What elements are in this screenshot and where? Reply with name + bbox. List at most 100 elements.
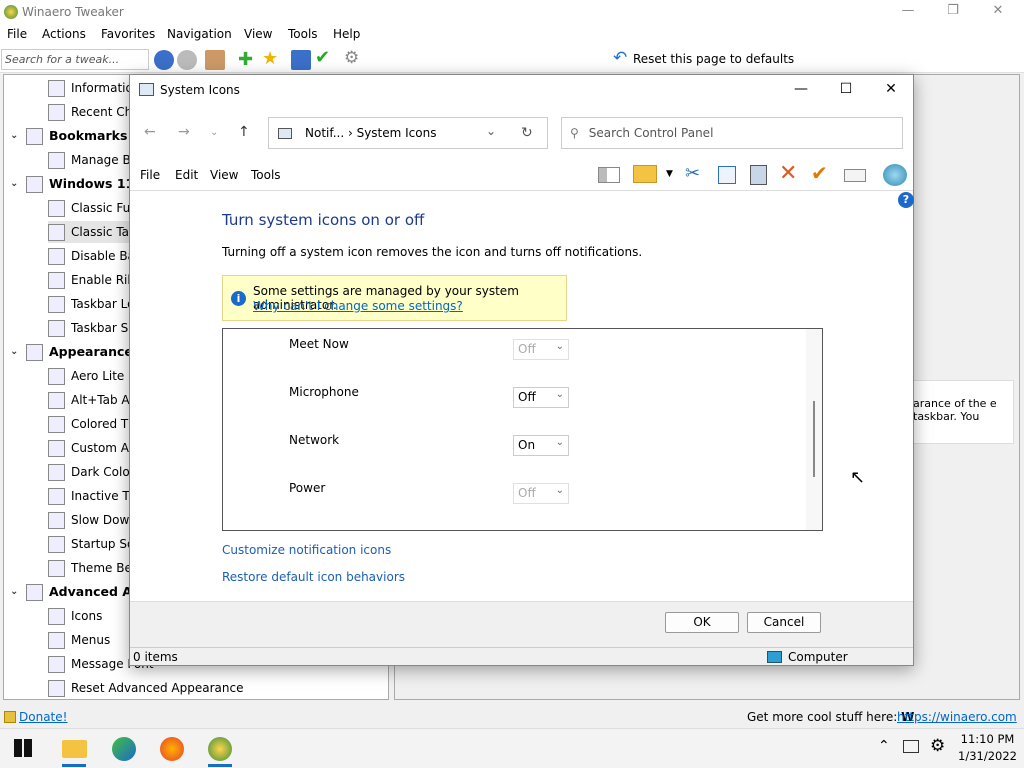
minimize-button[interactable]: —	[898, 3, 918, 21]
tree-node-label: Bookmarks	[49, 128, 128, 143]
layout-pane-icon[interactable]	[598, 167, 620, 183]
add-bookmark-icon[interactable]: ✚	[238, 49, 253, 70]
dialog-menu-view[interactable]: View	[210, 168, 238, 182]
donate-icon	[4, 711, 16, 723]
computer-icon	[139, 83, 154, 96]
tree-item-23[interactable]: Menus	[48, 629, 110, 651]
start-icon[interactable]	[14, 739, 32, 757]
page-subtext: Turning off a system icon removes the ic…	[222, 245, 643, 259]
network-tray-icon[interactable]	[903, 740, 919, 753]
folder-dropdown-icon[interactable]: ▼	[666, 169, 673, 179]
menu-favorites[interactable]: Favorites	[101, 27, 155, 41]
tree-node-icon	[48, 440, 65, 457]
checkmark-icon[interactable]: ✔	[811, 161, 828, 185]
notice-link[interactable]: Why can't I change some settings?	[253, 299, 463, 313]
winaero-taskbar-icon[interactable]	[208, 737, 232, 761]
chevron-down-icon: ⌄	[555, 389, 564, 400]
maximize-button[interactable]: ❐	[943, 3, 963, 21]
status-computer-label: Computer	[788, 650, 848, 664]
copy-icon[interactable]	[718, 166, 736, 184]
expand-chevron-icon[interactable]: ⌄	[10, 581, 18, 603]
tree-group-11[interactable]: ⌄ Appearance	[10, 341, 133, 363]
tree-item-0[interactable]: Information	[48, 77, 140, 99]
nav-forward-icon[interactable]: →	[178, 124, 190, 140]
tree-node-icon	[48, 224, 65, 241]
tree-node-icon	[48, 104, 65, 121]
menu-view[interactable]: View	[244, 27, 272, 41]
search-placeholder: Search Control Panel	[588, 126, 714, 140]
tree-node-icon	[26, 344, 43, 361]
paste-icon[interactable]	[750, 165, 767, 185]
star-icon[interactable]: ★	[262, 48, 278, 69]
forward-icon[interactable]	[177, 50, 197, 70]
search-input[interactable]: Search for a tweak...	[1, 49, 149, 70]
expand-chevron-icon[interactable]: ⌄	[10, 125, 18, 147]
address-bar[interactable]: Notif... › System Icons ⌄ ↻	[268, 117, 548, 149]
reset-defaults-link[interactable]: Reset this page to defaults	[633, 52, 794, 66]
delete-icon[interactable]: ✕	[779, 161, 797, 186]
nav-up-icon[interactable]: ↑	[238, 124, 250, 140]
dialog-close-button[interactable]: ✕	[881, 81, 901, 97]
clock[interactable]: 11:10 PM 1/31/2022	[958, 731, 1017, 765]
icon-behavior-select: Off ⌄	[513, 483, 569, 504]
donate-link[interactable]: Donate!	[19, 710, 67, 724]
tree-node-icon	[48, 560, 65, 577]
tree-item-25[interactable]: Reset Advanced Appearance	[48, 677, 243, 699]
settings-tray-icon[interactable]: ⚙	[930, 736, 945, 756]
tree-item-22[interactable]: Icons	[48, 605, 102, 627]
apply-check-icon[interactable]: ✔	[315, 47, 330, 68]
settings-gear-icon[interactable]: ⚙	[344, 48, 359, 68]
icon-behavior-select[interactable]: Off ⌄	[513, 387, 569, 408]
restore-defaults-link[interactable]: Restore default icon behaviors	[222, 570, 405, 584]
menu-navigation[interactable]: Navigation	[167, 27, 232, 41]
customize-notifications-link[interactable]: Customize notification icons	[222, 543, 391, 557]
tree-node-icon	[48, 536, 65, 553]
address-dropdown-icon[interactable]: ⌄	[486, 124, 496, 138]
cut-icon[interactable]: ✂	[685, 163, 700, 184]
tree-item-12[interactable]: Aero Lite	[48, 365, 124, 387]
nav-back-icon[interactable]: ←	[144, 124, 156, 140]
home-icon[interactable]	[205, 50, 225, 70]
file-explorer-icon[interactable]	[62, 740, 87, 758]
refresh-icon[interactable]: ↻	[521, 125, 533, 141]
ok-button[interactable]: OK	[665, 612, 739, 633]
menu-file[interactable]: File	[7, 27, 27, 41]
tray-chevron-icon[interactable]: ⌃	[878, 738, 890, 754]
dialog-minimize-button[interactable]: —	[791, 81, 811, 97]
reset-icon[interactable]: ↶	[613, 48, 627, 68]
close-button[interactable]: ✕	[988, 3, 1008, 21]
globe-icon[interactable]	[883, 164, 907, 186]
shortcut-icon[interactable]	[291, 50, 311, 70]
menu-help[interactable]: Help	[333, 27, 360, 41]
dialog-menu-edit[interactable]: Edit	[175, 168, 198, 182]
icon-behavior-select[interactable]: On ⌄	[513, 435, 569, 456]
tree-group-4[interactable]: ⌄ Windows 11	[10, 173, 134, 195]
menu-actions[interactable]: Actions	[42, 27, 86, 41]
firefox-icon[interactable]	[160, 737, 184, 761]
cancel-button[interactable]: Cancel	[747, 612, 821, 633]
control-panel-search[interactable]: ⚲ Search Control Panel	[561, 117, 903, 149]
tree-group-2[interactable]: ⌄ Bookmarks	[10, 125, 128, 147]
expand-chevron-icon[interactable]: ⌄	[10, 341, 18, 363]
menu-tools[interactable]: Tools	[288, 27, 318, 41]
dialog-maximize-button[interactable]: ☐	[836, 81, 856, 97]
tree-node-icon	[48, 488, 65, 505]
back-icon[interactable]	[154, 50, 174, 70]
get-more-text: Get more cool stuff here: W	[747, 710, 914, 724]
expand-chevron-icon[interactable]: ⌄	[10, 173, 18, 195]
recent-chevron-icon[interactable]: ⌄	[210, 127, 218, 138]
folder-check-icon[interactable]	[633, 165, 657, 183]
breadcrumb[interactable]: Notif... › System Icons	[305, 126, 436, 140]
properties-icon[interactable]	[844, 169, 866, 182]
app-logo-icon	[4, 5, 18, 19]
dialog-menu-tools[interactable]: Tools	[251, 168, 281, 182]
tree-node-icon	[48, 464, 65, 481]
chevron-down-icon: ⌄	[555, 485, 564, 496]
edge-icon[interactable]	[112, 737, 136, 761]
scrollbar-thumb[interactable]	[813, 401, 815, 477]
winaero-link[interactable]: https://winaero.com	[897, 710, 1017, 724]
list-scrollbar[interactable]	[806, 329, 822, 530]
tree-node-icon	[48, 200, 65, 217]
dialog-menu-file[interactable]: File	[140, 168, 160, 182]
tree-item-9[interactable]: Taskbar Loc	[48, 293, 141, 315]
